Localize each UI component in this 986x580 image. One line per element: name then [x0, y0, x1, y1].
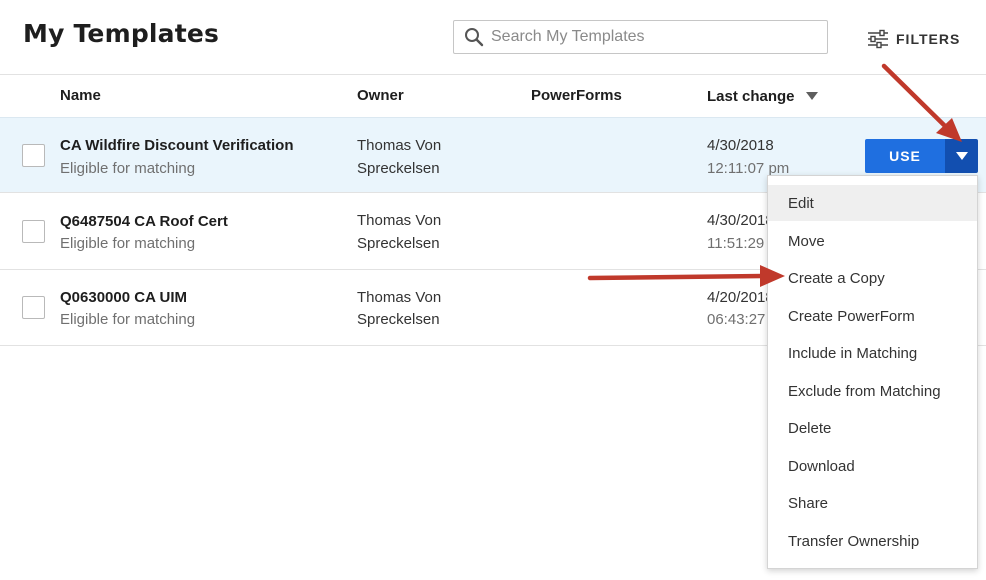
row-checkbox[interactable] [22, 144, 45, 167]
template-status: Eligible for matching [60, 160, 196, 177]
page-title: My Templates [23, 19, 220, 48]
menu-item-move[interactable]: Move [768, 223, 977, 259]
owner-first: Thomas Von [357, 212, 442, 229]
column-header-powerforms[interactable]: PowerForms [531, 87, 622, 104]
caret-down-icon [955, 152, 968, 160]
row-checkbox[interactable] [22, 296, 45, 319]
filters-button[interactable]: FILTERS [867, 27, 960, 51]
menu-item-transfer-ownership[interactable]: Transfer Ownership [768, 523, 977, 559]
last-change-date: 4/20/2018 [707, 289, 774, 306]
search-input[interactable] [491, 28, 811, 46]
template-name[interactable]: Q6487504 CA Roof Cert [60, 213, 228, 230]
search-icon [463, 26, 485, 48]
template-name[interactable]: Q0630000 CA UIM [60, 289, 187, 306]
menu-item-download[interactable]: Download [768, 448, 977, 484]
last-change-date: 4/30/2018 [707, 212, 774, 229]
template-name[interactable]: CA Wildfire Discount Verification [60, 137, 294, 154]
owner-last: Spreckelsen [357, 235, 440, 252]
column-header-name[interactable]: Name [60, 87, 101, 104]
column-header-owner[interactable]: Owner [357, 87, 404, 104]
menu-item-edit[interactable]: Edit [768, 185, 977, 221]
menu-item-create-powerform[interactable]: Create PowerForm [768, 298, 977, 334]
owner-last: Spreckelsen [357, 160, 440, 177]
menu-item-delete[interactable]: Delete [768, 410, 977, 446]
column-header-last-change[interactable]: Last change [707, 88, 795, 105]
filters-label: FILTERS [896, 31, 961, 47]
sort-down-icon[interactable] [806, 92, 818, 100]
menu-item-include-in-matching[interactable]: Include in Matching [768, 335, 977, 371]
sliders-icon [867, 29, 889, 49]
actions-menu: Edit Move Create a Copy Create PowerForm… [767, 175, 978, 569]
row-checkbox[interactable] [22, 220, 45, 243]
owner-first: Thomas Von [357, 137, 442, 154]
header-divider [0, 74, 986, 75]
owner-last: Spreckelsen [357, 311, 440, 328]
owner-first: Thomas Von [357, 289, 442, 306]
search-box[interactable] [453, 20, 828, 54]
last-change-date: 4/30/2018 [707, 137, 774, 154]
menu-item-share[interactable]: Share [768, 485, 977, 521]
template-status: Eligible for matching [60, 235, 196, 252]
menu-item-exclude-from-matching[interactable]: Exclude from Matching [768, 373, 977, 409]
template-status: Eligible for matching [60, 311, 196, 328]
menu-item-create-a-copy[interactable]: Create a Copy [768, 260, 977, 296]
use-dropdown-button[interactable] [945, 139, 978, 173]
use-button[interactable]: USE [865, 139, 945, 173]
